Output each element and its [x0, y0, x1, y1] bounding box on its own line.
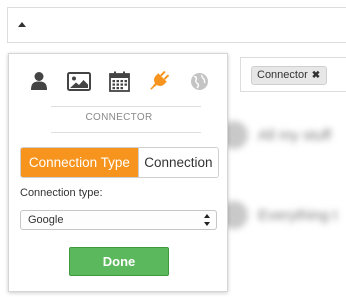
done-button[interactable]: Done: [69, 247, 169, 276]
background-feed-item: Everything t: [220, 201, 346, 241]
connection-tabs: Connection Type Connection: [20, 147, 219, 178]
type-icon-row: [9, 54, 229, 106]
connector-tag: Connector ✖: [251, 66, 328, 85]
connection-type-label: Connection type:: [20, 187, 103, 199]
tab-connection-type[interactable]: Connection Type: [21, 148, 138, 177]
image-icon[interactable]: [65, 68, 93, 94]
divider: [51, 132, 201, 133]
background-feed-item-text: All my stuff: [258, 127, 332, 144]
user-icon[interactable]: [25, 68, 53, 94]
select-arrows-icon: [204, 214, 211, 226]
tag-bar: Connector ✖: [240, 57, 346, 92]
plug-icon[interactable]: [145, 68, 173, 94]
background-feed-item-text: Everything t: [258, 207, 338, 224]
remove-tag-icon[interactable]: ✖: [312, 67, 320, 84]
section-label: CONNECTOR: [85, 112, 153, 123]
connector-panel: CONNECTOR Connection Type Connection Con…: [8, 53, 228, 292]
top-bar: [7, 7, 346, 43]
divider: [51, 106, 201, 107]
connection-type-select[interactable]: Google: [20, 210, 217, 230]
background-feed-item: All my stuff: [220, 121, 346, 161]
caret-up-icon[interactable]: [18, 22, 26, 27]
connector-tag-label: Connector: [257, 69, 308, 81]
globe-icon[interactable]: [185, 68, 213, 94]
calendar-icon[interactable]: [105, 68, 133, 94]
select-value: Google: [28, 214, 64, 226]
tab-connection[interactable]: Connection: [137, 148, 218, 177]
